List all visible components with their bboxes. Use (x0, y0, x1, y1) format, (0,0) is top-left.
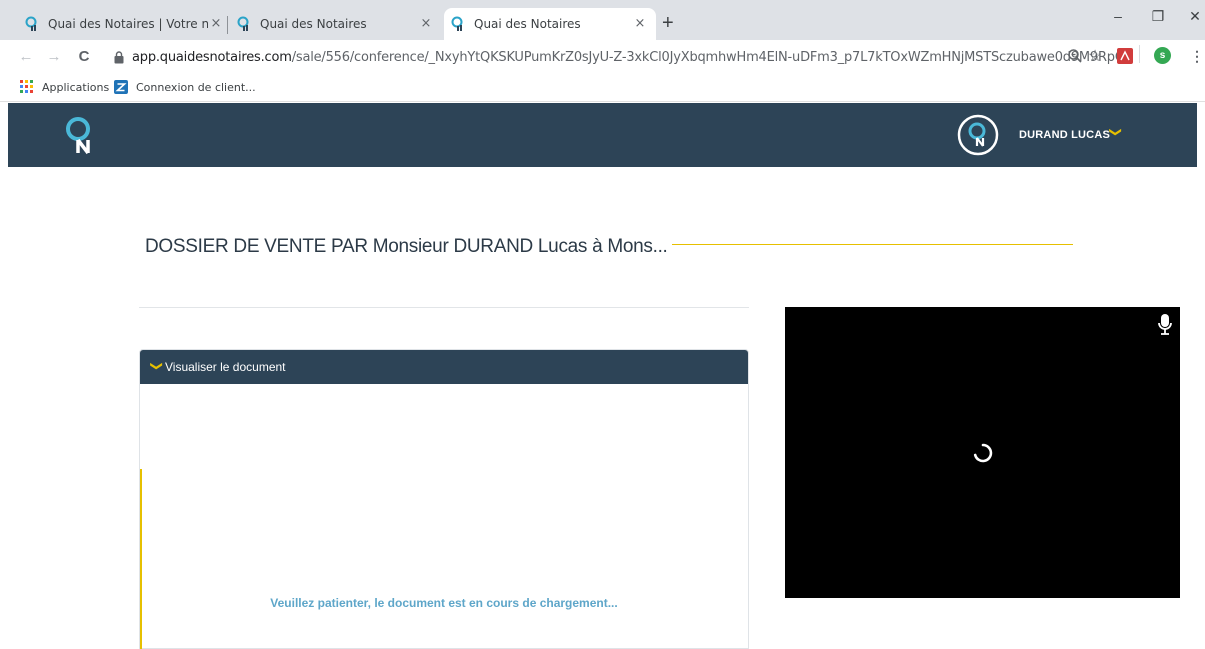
bookmark-label: Applications (42, 80, 110, 94)
address-bar[interactable]: app.quaidesnotaires.com/sale/556/confere… (104, 44, 1186, 72)
tab-close-icon[interactable]: × (208, 16, 224, 31)
zendesk-icon (114, 80, 128, 94)
chevron-glyph: ❯ (150, 360, 165, 372)
profile-avatar[interactable]: s (1154, 47, 1171, 64)
back-button[interactable]: ← (16, 48, 36, 65)
url-text: app.quaidesnotaires.com/sale/556/confere… (132, 50, 1125, 65)
title-underline-divider (672, 244, 1073, 245)
panel-accent-bar (140, 469, 142, 649)
new-tab-button[interactable]: + (662, 12, 674, 35)
tab-quai-des-notaires-active[interactable]: Quai des Notaires × (444, 8, 656, 40)
chevron-glyph: ❯ (1109, 126, 1124, 138)
tab-close-icon[interactable]: × (418, 16, 434, 31)
quai-notaires-logo-icon[interactable] (58, 113, 102, 157)
lock-icon (114, 51, 124, 64)
document-panel-header[interactable]: ❯ Visualiser le document (140, 350, 748, 384)
tab-separator (227, 16, 228, 34)
tab-title: Quai des Notaires | Votre notaire (48, 17, 208, 31)
user-name-menu[interactable]: DURAND LUCAS (1019, 129, 1110, 141)
quai-notaires-favicon-icon (451, 16, 463, 31)
video-conference-player[interactable] (785, 307, 1180, 598)
bookmark-label: Connexion de client... (136, 80, 256, 94)
window-minimize-button[interactable]: – (1108, 8, 1128, 24)
tab-title: Quai des Notaires (474, 17, 581, 31)
document-panel-title: Visualiser le document (165, 360, 286, 374)
url-path: /sale/556/conference/_NxyhYtQKSKUPumKrZ0… (291, 50, 1125, 65)
apps-grid-icon (20, 80, 33, 93)
zoom-icon[interactable] (1066, 48, 1084, 64)
user-avatar-icon[interactable] (956, 113, 1000, 157)
tab-quai-des-notaires-2[interactable]: Quai des Notaires × (236, 8, 442, 40)
tab-title: Quai des Notaires (260, 17, 367, 31)
page-title: DOSSIER DE VENTE PAR Monsieur DURAND Luc… (145, 236, 668, 257)
tab-close-icon[interactable]: × (632, 16, 648, 31)
loading-spinner-icon (973, 443, 993, 463)
app-header: DURAND LUCAS ❯ (8, 103, 1197, 167)
quai-notaires-favicon-icon (25, 16, 37, 31)
browser-menu-icon[interactable]: ⋮ (1188, 48, 1205, 65)
window-restore-button[interactable]: ❐ (1148, 8, 1168, 25)
pdf-extension-icon[interactable] (1116, 48, 1134, 64)
bookmark-star-icon[interactable]: ☆ (1086, 46, 1104, 66)
chevron-down-icon: ❯ (150, 359, 165, 373)
document-viewer-panel: ❯ Visualiser le document Veuillez patien… (139, 349, 749, 649)
bookmarks-bar: Applications Connexion de client... (0, 76, 1205, 102)
chevron-down-icon[interactable]: ❯ (1109, 125, 1124, 139)
microphone-icon[interactable] (1156, 313, 1174, 337)
document-loading-message: Veuillez patienter, le document est en c… (270, 596, 618, 610)
bookmark-connexion-client[interactable]: Connexion de client... (114, 80, 256, 94)
bookmark-applications[interactable]: Applications (20, 80, 109, 94)
window-close-button[interactable]: ✕ (1185, 8, 1205, 25)
quai-notaires-favicon-icon (237, 16, 249, 31)
url-host: app.quaidesnotaires.com (132, 50, 292, 65)
section-divider (139, 307, 749, 308)
toolbar-divider (1139, 45, 1140, 63)
tab-quai-des-notaires-1[interactable]: Quai des Notaires | Votre notaire × (24, 8, 232, 40)
forward-button[interactable]: → (44, 48, 64, 65)
reload-button[interactable]: C (74, 48, 94, 65)
browser-tab-bar: Quai des Notaires | Votre notaire × Quai… (0, 0, 1205, 40)
browser-toolbar: ← → C app.quaidesnotaires.com/sale/556/c… (0, 40, 1205, 76)
